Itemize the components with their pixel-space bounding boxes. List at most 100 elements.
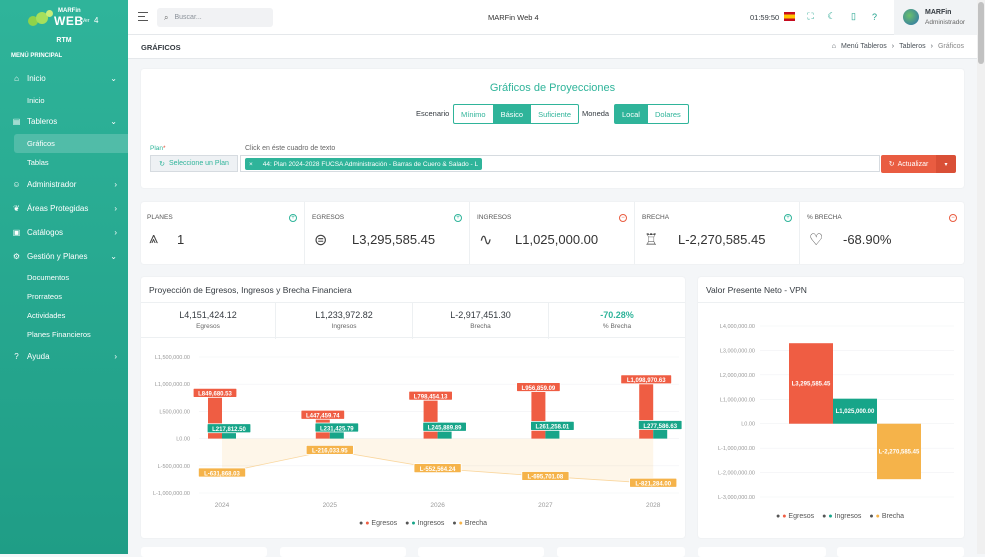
- escenario-label: Escenario: [416, 109, 450, 118]
- sidebar-item-tableros[interactable]: ▤ Tableros ⌄: [0, 111, 128, 131]
- y-tick-label: L1,000,000.00: [720, 397, 755, 403]
- chevron-right-icon: ›: [114, 203, 117, 213]
- trees-icon: ⩓: [149, 230, 159, 247]
- plan-tag: × 44: Plan 2024-2028 FUCSA Administració…: [245, 158, 483, 170]
- sidebar-item-label: Planes Financieros: [27, 330, 91, 339]
- kpi-ingresos: INGRESOS − ∿ L1,025,000.00: [471, 202, 635, 264]
- y-tick-label: L-3,000,000.00: [718, 495, 755, 501]
- breadcrumb-item[interactable]: Tableros: [899, 43, 925, 50]
- document-icon[interactable]: ▯: [848, 11, 859, 22]
- projection-card: Proyección de Egresos, Ingresos y Brecha…: [141, 277, 685, 538]
- add-icon[interactable]: +: [784, 214, 792, 222]
- ingresos-data-label: L245,889.89: [428, 426, 462, 432]
- projection-chart: L1,500,000.00 L1,000,000.00 L500,000.00 L0.…: [153, 355, 683, 509]
- moneda-option[interactable]: Dolares: [646, 104, 689, 124]
- breadcrumb-separator: ›: [891, 43, 895, 50]
- sidebar-subitem-tablas[interactable]: Tablas: [0, 153, 128, 172]
- breadcrumb-home-icon: ⌂: [831, 43, 836, 50]
- legend-ingresos[interactable]: ● Ingresos: [405, 520, 444, 527]
- egresos-bar: [531, 386, 546, 439]
- breadcrumb-item[interactable]: Menú Tableros: [841, 43, 887, 50]
- search-input[interactable]: ⌕ Buscar...: [157, 8, 273, 27]
- kpi-egresos: EGRESOS + ⊜ L3,295,585.45: [306, 202, 470, 264]
- search-placeholder: Buscar...: [174, 14, 202, 21]
- update-button[interactable]: ↻ Actualizar: [881, 155, 936, 173]
- update-label: Actualizar: [897, 160, 929, 168]
- refresh-icon: ↻: [159, 160, 165, 168]
- remove-icon[interactable]: −: [619, 214, 627, 222]
- sidebar-item-ayuda[interactable]: ? Ayuda ›: [0, 346, 128, 366]
- moneda-option-selected[interactable]: Local: [614, 104, 648, 124]
- legend-ingresos[interactable]: ● Ingresos: [822, 513, 861, 520]
- home-icon: ⌂: [14, 73, 19, 83]
- plan-input[interactable]: × 44: Plan 2024-2028 FUCSA Administració…: [240, 155, 880, 172]
- org-name: RTM: [56, 37, 72, 44]
- user-role: Administrador: [925, 19, 966, 26]
- page-scrollbar[interactable]: [977, 0, 985, 554]
- ingresos-data-label: L231,425.79: [320, 426, 354, 432]
- user-menu[interactable]: MARFin Administrador: [894, 0, 985, 35]
- x-tick-label: 2024: [215, 502, 230, 509]
- brecha-data-label: L-631,868.03: [204, 471, 240, 477]
- y-tick-label: L3,000,000.00: [720, 348, 755, 354]
- sidebar-subitem-prorrateos[interactable]: Prorrateos: [0, 287, 128, 306]
- ingresos-data-label: L277,586.63: [643, 424, 677, 430]
- sidebar-item-catalogos[interactable]: ▣ Catálogos ›: [0, 222, 128, 242]
- y-tick-label: L0.00: [176, 437, 190, 443]
- help-icon: ?: [14, 351, 19, 361]
- sidebar-item-gestion-planes[interactable]: ⚙ Gestión y Planes ⌄: [0, 246, 128, 266]
- menu-toggle-icon[interactable]: [138, 12, 148, 24]
- egresos-data-label: L849,680.53: [198, 392, 232, 398]
- sidebar-subitem-planes-financieros[interactable]: Planes Financieros: [0, 325, 128, 344]
- x-tick-label: 2025: [323, 502, 338, 509]
- sidebar-subitem-graficos[interactable]: Gráficos: [14, 134, 128, 153]
- kpi-planes: PLANES + ⩓ 1: [141, 202, 305, 264]
- escenario-option-selected[interactable]: Básico: [492, 104, 532, 124]
- sidebar-item-label: Catálogos: [27, 227, 64, 237]
- legend-brecha[interactable]: ● Brecha: [452, 520, 487, 527]
- vpn-legend: ● Egresos ● Ingresos ● Brecha: [776, 513, 904, 520]
- sidebar-item-administrador[interactable]: ☺ Administrador ›: [0, 174, 128, 194]
- avatar: [903, 9, 919, 25]
- refresh-icon: ↻: [888, 161, 895, 168]
- help-icon[interactable]: ?: [869, 11, 880, 22]
- brecha-data-label: L-552,564.24: [420, 467, 456, 473]
- escenario-toggle: Mínimo Básico Suficiente: [453, 104, 580, 124]
- book-icon: ▣: [12, 227, 21, 237]
- y-tick-label: L-1,000,000.00: [153, 491, 190, 497]
- add-icon[interactable]: +: [454, 214, 462, 222]
- kpi-card: PLANES + ⩓ 1 EGRESOS + ⊜ L3,295,585.45 I…: [141, 202, 964, 264]
- remove-tag-icon[interactable]: ×: [249, 161, 253, 168]
- chart-icon: ▤: [12, 116, 21, 126]
- search-icon: ⌕: [164, 12, 169, 22]
- sidebar-subitem-actividades[interactable]: Actividades: [0, 306, 128, 325]
- sidebar-item-areas-protegidas[interactable]: ❦ Áreas Protegidas ›: [0, 198, 128, 218]
- select-plan-button[interactable]: ↻ Seleccione un Plan: [150, 155, 238, 172]
- kpi-label: EGRESOS: [312, 214, 345, 221]
- kpi-label: PLANES: [147, 214, 173, 221]
- chevron-right-icon: ›: [114, 227, 117, 237]
- escenario-option[interactable]: Suficiente: [530, 104, 580, 124]
- user-name: MARFin: [925, 9, 952, 16]
- moon-icon[interactable]: ☾: [826, 11, 837, 22]
- escenario-option[interactable]: Mínimo: [453, 104, 494, 124]
- fullscreen-icon[interactable]: ⛶: [805, 11, 816, 22]
- update-dropdown-button[interactable]: ▾: [936, 155, 956, 173]
- language-flag-icon[interactable]: [784, 12, 795, 21]
- legend-egresos[interactable]: ● Egresos: [776, 513, 814, 520]
- sidebar-item-inicio[interactable]: ⌂ Inicio ⌄: [0, 68, 128, 88]
- legend-brecha[interactable]: ● Brecha: [869, 513, 904, 520]
- leaf-icon: ❦: [13, 203, 20, 213]
- chevron-right-icon: ›: [114, 179, 117, 189]
- filters-card: Gráficos de Proyecciones Escenario Mínim…: [141, 69, 964, 188]
- sidebar-subitem-documentos[interactable]: Documentos: [0, 268, 128, 287]
- add-icon[interactable]: +: [289, 214, 297, 222]
- remove-icon[interactable]: −: [949, 214, 957, 222]
- breadcrumb: ⌂ Menú Tableros › Tableros › Gráficos: [832, 43, 964, 50]
- menu-title: MENÚ PRINCIPAL: [11, 53, 63, 59]
- brecha-data-label: L-695,701.08: [528, 475, 564, 481]
- legend-egresos[interactable]: ● Egresos: [359, 520, 397, 527]
- sidebar-subitem-inicio[interactable]: Inicio: [0, 91, 128, 110]
- projection-legend: ● Egresos ● Ingresos ● Brecha: [359, 520, 487, 527]
- chevron-down-icon: ⌄: [110, 251, 117, 261]
